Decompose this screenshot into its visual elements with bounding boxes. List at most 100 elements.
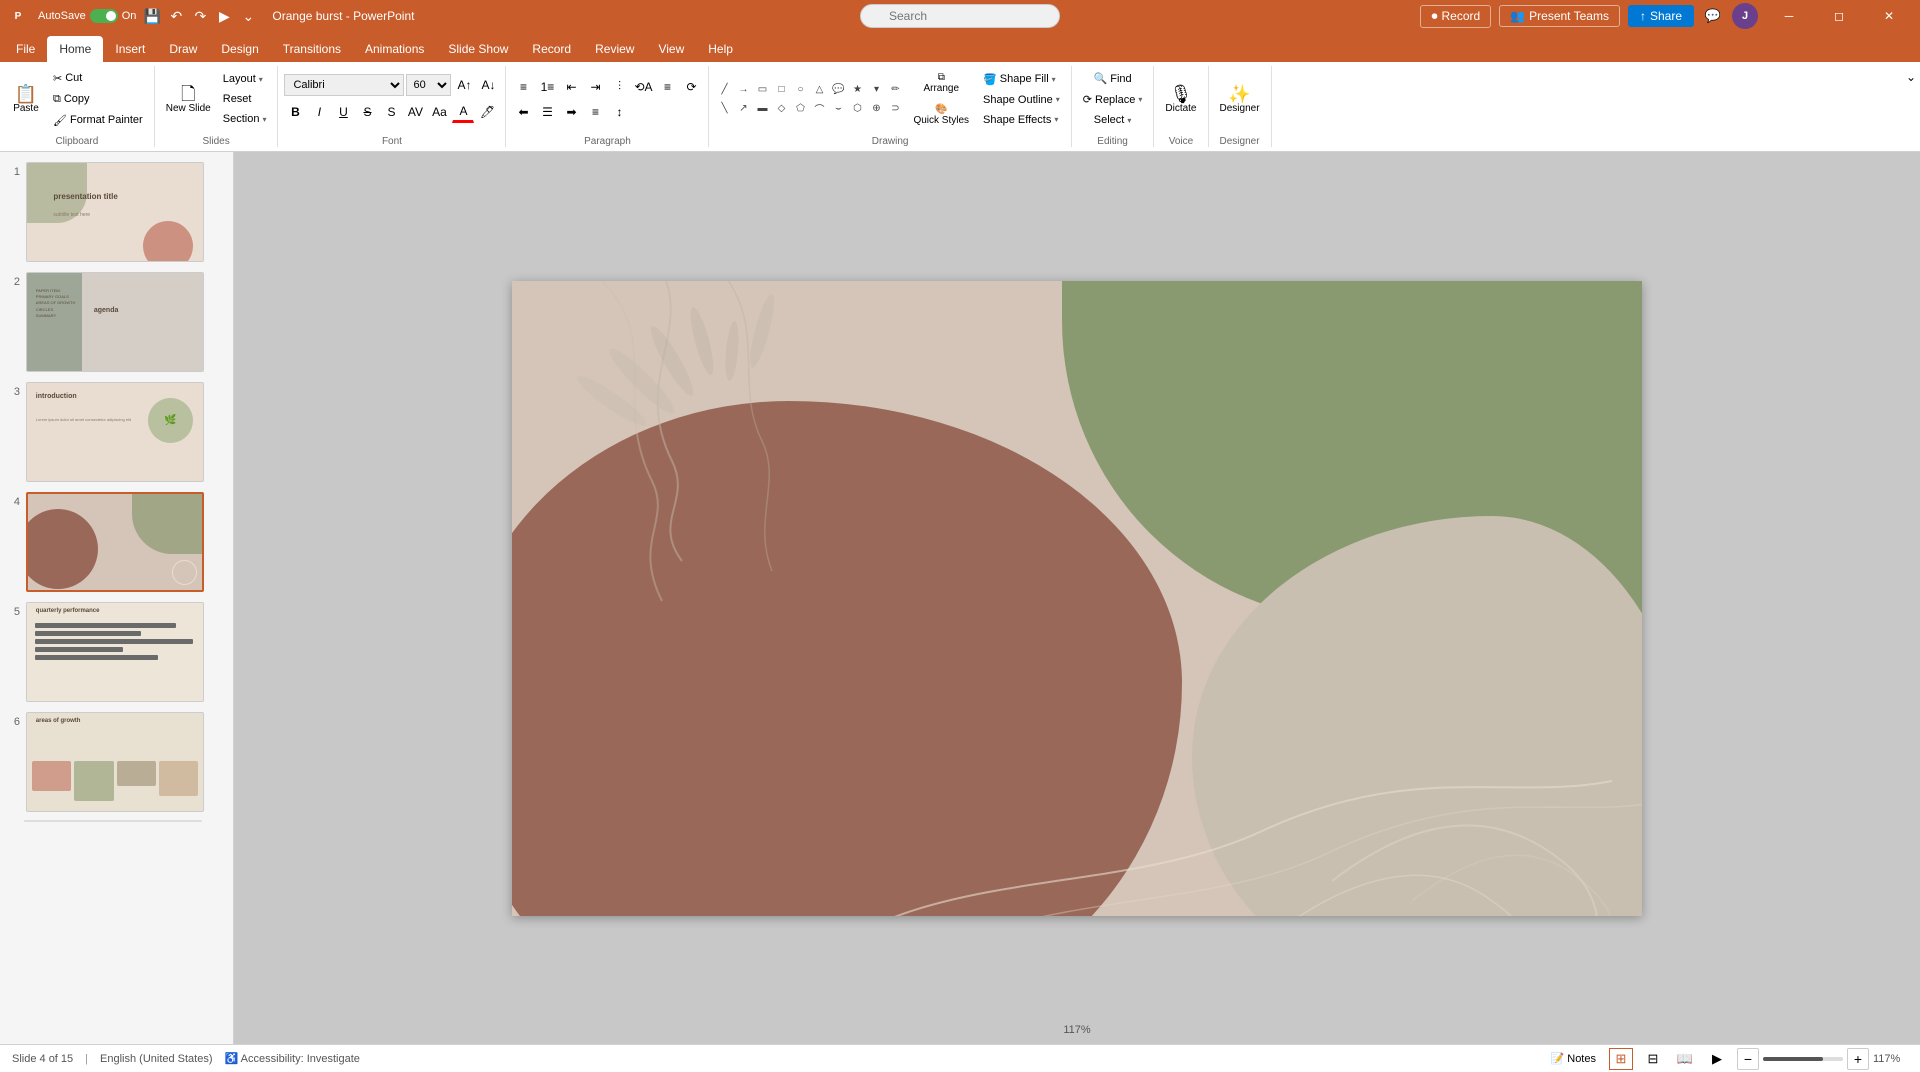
view-reading-button[interactable]: 📖 (1673, 1048, 1697, 1070)
undo-button[interactable]: ↶ (166, 6, 186, 26)
view-normal-button[interactable]: ⊞ (1609, 1048, 1633, 1070)
zoom-level[interactable]: 117% (1873, 1053, 1908, 1065)
panel-resize-handle[interactable] (468, 152, 472, 1044)
new-slide-button[interactable]: 🗋 New Slide (161, 69, 216, 129)
shape-btn-square[interactable]: □ (772, 81, 790, 99)
close-button[interactable]: ✕ (1866, 0, 1912, 32)
shape-btn-2-7[interactable]: ⌣ (829, 100, 847, 118)
tab-animations[interactable]: Animations (353, 36, 436, 62)
text-direction-button[interactable]: ⟲A (632, 76, 654, 98)
tab-insert[interactable]: Insert (103, 36, 157, 62)
collapse-ribbon-button[interactable]: ⌄ (1906, 70, 1916, 84)
slide-thumb-2[interactable]: 2 agenda PAPER ITEMPRIMARY GOALSAREAS OF… (4, 270, 229, 374)
shape-btn-2-5[interactable]: ⬠ (791, 100, 809, 118)
quick-styles-button[interactable]: 🎨 Quick Styles (908, 100, 974, 130)
format-painter-button[interactable]: 🖌 Format Painter (48, 111, 148, 130)
slide-thumb-3[interactable]: 3 🌿 introduction Lorem ipsum dolor sit a… (4, 380, 229, 484)
shape-outline-button[interactable]: Shape Outline ▾ (978, 91, 1065, 109)
shape-btn-oval[interactable]: ○ (791, 81, 809, 99)
restore-button[interactable]: ◻ (1816, 0, 1862, 32)
decrease-font-button[interactable]: A↓ (477, 74, 499, 96)
convert-smartart-button[interactable]: ⟳ (680, 76, 702, 98)
font-name-select[interactable]: Calibri (284, 74, 404, 96)
zoom-out-button[interactable]: − (1737, 1048, 1759, 1070)
slide-thumb-4[interactable]: 4 (4, 490, 229, 594)
select-button[interactable]: Select ▾ (1089, 111, 1137, 129)
tab-transitions[interactable]: Transitions (271, 36, 353, 62)
bold-button[interactable]: B (284, 101, 306, 123)
arrange-button[interactable]: ⧉ Arrange (908, 68, 974, 98)
avatar[interactable]: J (1732, 3, 1758, 29)
autosave-switch[interactable] (90, 9, 118, 23)
shape-btn-2-4[interactable]: ◇ (772, 100, 790, 118)
replace-button[interactable]: ⟳ Replace ▾ (1078, 90, 1148, 109)
shape-btn-more[interactable]: ▾ (867, 81, 885, 99)
strikethrough-button[interactable]: S (356, 101, 378, 123)
tab-view[interactable]: View (646, 36, 696, 62)
align-center-button[interactable]: ☰ (536, 101, 558, 123)
view-slideshow-button[interactable]: ▶ (1705, 1048, 1729, 1070)
shape-btn-2-1[interactable]: ╲ (715, 100, 733, 118)
increase-indent-button[interactable]: ⇥ (584, 76, 606, 98)
tab-review[interactable]: Review (583, 36, 646, 62)
shape-btn-star[interactable]: ★ (848, 81, 866, 99)
shape-btn-2-8[interactable]: ⬡ (848, 100, 866, 118)
customize-button[interactable]: ⌄ (238, 6, 258, 26)
layout-button[interactable]: Layout ▾ (218, 70, 272, 88)
shape-btn-2-9[interactable]: ⊕ (867, 100, 885, 118)
bullets-button[interactable]: ≡ (512, 76, 534, 98)
copy-button[interactable]: ⧉ Copy (48, 90, 148, 109)
shape-btn-callout[interactable]: 💬 (829, 81, 847, 99)
accessibility-info[interactable]: ♿ Accessibility: Investigate (225, 1052, 360, 1065)
redo-button[interactable]: ↷ (190, 6, 210, 26)
dictate-button[interactable]: 🎙 Dictate (1160, 69, 1201, 129)
section-button[interactable]: Section ▾ (218, 110, 272, 128)
slide-canvas[interactable] (512, 281, 1642, 916)
notes-button[interactable]: 📝 Notes (1546, 1049, 1601, 1068)
font-spacing-button[interactable]: AV (404, 101, 426, 123)
zoom-in-button[interactable]: + (1847, 1048, 1869, 1070)
columns-button[interactable]: ⫶ (608, 76, 630, 98)
minimize-button[interactable]: ─ (1766, 0, 1812, 32)
align-text-button[interactable]: ≡ (656, 76, 678, 98)
tab-home[interactable]: Home (47, 36, 103, 62)
font-size-select[interactable]: 60 (406, 74, 451, 96)
reset-button[interactable]: Reset (218, 90, 272, 108)
record-button[interactable]: ⏺ Record (1420, 5, 1491, 28)
save-button[interactable]: 💾 (142, 6, 162, 26)
decrease-indent-button[interactable]: ⇤ (560, 76, 582, 98)
shape-btn-arrow[interactable]: → (734, 81, 752, 99)
justify-button[interactable]: ≡ (584, 101, 606, 123)
present-button[interactable]: ▶ (214, 6, 234, 26)
change-case-button[interactable]: Aa (428, 101, 450, 123)
cut-button[interactable]: ✂ Cut (48, 69, 148, 88)
tab-record[interactable]: Record (520, 36, 583, 62)
share-button[interactable]: ↑ Share (1628, 5, 1694, 27)
shape-btn-pen[interactable]: ✏ (886, 81, 904, 99)
present-teams-button[interactable]: 👥 Present Teams (1499, 5, 1620, 27)
numbering-button[interactable]: 1≡ (536, 76, 558, 98)
align-right-button[interactable]: ➡ (560, 101, 582, 123)
font-color-button[interactable]: A (452, 101, 474, 123)
tab-draw[interactable]: Draw (157, 36, 209, 62)
comments-button[interactable]: 💬 (1702, 8, 1724, 24)
align-left-button[interactable]: ⬅ (512, 101, 534, 123)
highlight-button[interactable]: 🖊 (476, 101, 498, 123)
tab-design[interactable]: Design (209, 36, 270, 62)
slide-thumb-5[interactable]: 5 quarterly performance (4, 600, 229, 704)
shape-btn-2-3[interactable]: ▬ (753, 100, 771, 118)
shape-fill-button[interactable]: 🪣 Shape Fill ▾ (978, 70, 1065, 89)
ribbon-collapse[interactable]: ⌄ (1902, 66, 1920, 147)
shape-btn-rect[interactable]: ▭ (753, 81, 771, 99)
shape-btn-triangle[interactable]: △ (810, 81, 828, 99)
autosave-toggle[interactable]: AutoSave On (38, 9, 136, 23)
underline-button[interactable]: U (332, 101, 354, 123)
designer-button[interactable]: ✨ Designer (1215, 69, 1265, 129)
slide-thumb-1[interactable]: 1 presentation title subtitle text here (4, 160, 229, 264)
paste-button[interactable]: 📋 Paste (6, 69, 46, 129)
slide-thumb-6[interactable]: 6 areas of growth (4, 710, 229, 814)
tab-file[interactable]: File (4, 36, 47, 62)
shape-btn-2-2[interactable]: ↗ (734, 100, 752, 118)
search-input[interactable] (860, 4, 1060, 28)
shadow-button[interactable]: S (380, 101, 402, 123)
